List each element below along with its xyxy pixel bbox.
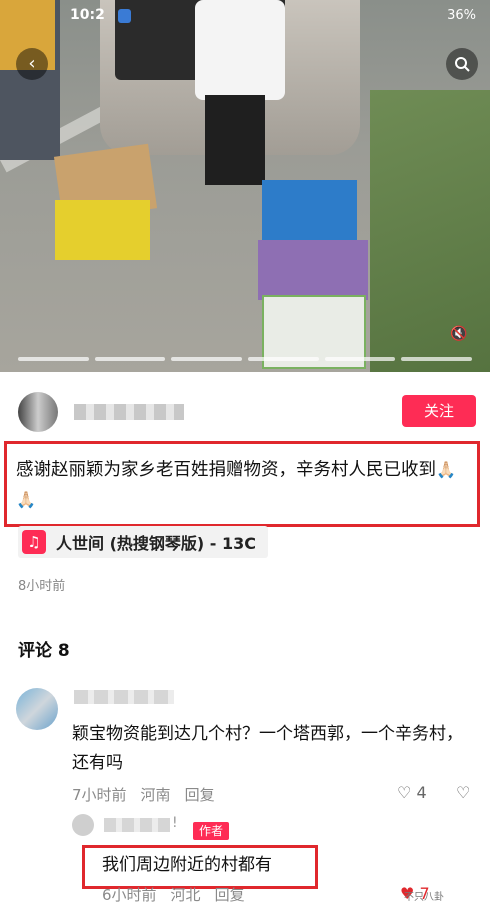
caption-text: 感谢赵丽颖为家乡老百姓捐赠物资，辛务村人民已收到: [16, 460, 436, 480]
yellow-box: [55, 200, 150, 260]
broken-heart-icon[interactable]: ♡: [456, 783, 470, 802]
person-center-shorts: [205, 95, 265, 185]
music-chip[interactable]: ♫ 人世间 (热搜钢琴版) - 13C: [18, 526, 268, 558]
blue-pack: [262, 180, 357, 240]
reply-author-name-blurred[interactable]: [104, 818, 170, 832]
back-button[interactable]: ‹: [16, 48, 48, 80]
purple-pack: [258, 240, 368, 300]
person-center-shirt: [195, 0, 285, 100]
author-header: 关注: [0, 380, 490, 440]
reply-text: 我们周边附近的村都有: [102, 855, 272, 875]
progress-segment: [248, 357, 319, 361]
comment-like-count: 4: [416, 783, 427, 802]
author-name-blurred[interactable]: [74, 404, 184, 420]
commenter-avatar[interactable]: [16, 688, 58, 730]
chevron-left-icon: ‹: [28, 53, 36, 74]
search-button[interactable]: [446, 48, 478, 80]
shield-icon: [118, 9, 131, 23]
comment-like-button[interactable]: ♡ 4: [397, 783, 427, 802]
progress-segment: [94, 357, 166, 361]
follow-button[interactable]: 关注: [402, 395, 476, 427]
reply-reply-button[interactable]: 回复: [215, 886, 245, 904]
commenter-name-blurred[interactable]: [74, 690, 174, 704]
comment-meta: 7小时前 河南 回复: [72, 784, 229, 805]
progress-segment: [324, 357, 396, 361]
progress-segment: [18, 357, 89, 361]
status-time: 10:2: [70, 7, 105, 23]
comment-location: 河南: [140, 786, 171, 804]
post-time: 8小时前: [18, 579, 66, 594]
author-badge: 作者: [193, 822, 230, 840]
reply-location: 河北: [170, 886, 201, 904]
music-note-icon: ♫: [22, 530, 46, 554]
comment-text: 颖宝物资能到达几个村？一个塔西郭，一个辛务村，还有吗: [72, 724, 463, 773]
progress-segment: [171, 357, 243, 361]
progress-segment: [401, 357, 473, 361]
roadside-grass: [370, 90, 490, 372]
comment-time: 7小时前: [72, 786, 127, 804]
video-frame[interactable]: 10:2 36% ‹ 🔇: [0, 0, 490, 372]
reply-meta: 6小时前 河北 回复: [102, 884, 259, 905]
author-avatar[interactable]: [18, 392, 58, 432]
comment-reply-button[interactable]: 回复: [185, 786, 215, 804]
battery-level: 36%: [447, 8, 476, 23]
mute-icon[interactable]: 🔇: [450, 326, 467, 342]
post-caption: 感谢赵丽颖为家乡老百姓捐赠物资，辛务村人民已收到🙏🏻🙏🏻: [16, 455, 468, 515]
comments-title: 评论 8: [18, 641, 70, 661]
search-icon: [455, 57, 470, 72]
video-progress-segments: [18, 357, 473, 361]
reply-author-avatar[interactable]: [72, 814, 94, 836]
reply-time: 6小时前: [102, 886, 157, 904]
reply-author-name-suffix: !: [172, 815, 178, 831]
heart-outline-icon: ♡: [397, 783, 412, 802]
music-title: 人世间 (热搜钢琴版) - 13C: [56, 534, 256, 553]
